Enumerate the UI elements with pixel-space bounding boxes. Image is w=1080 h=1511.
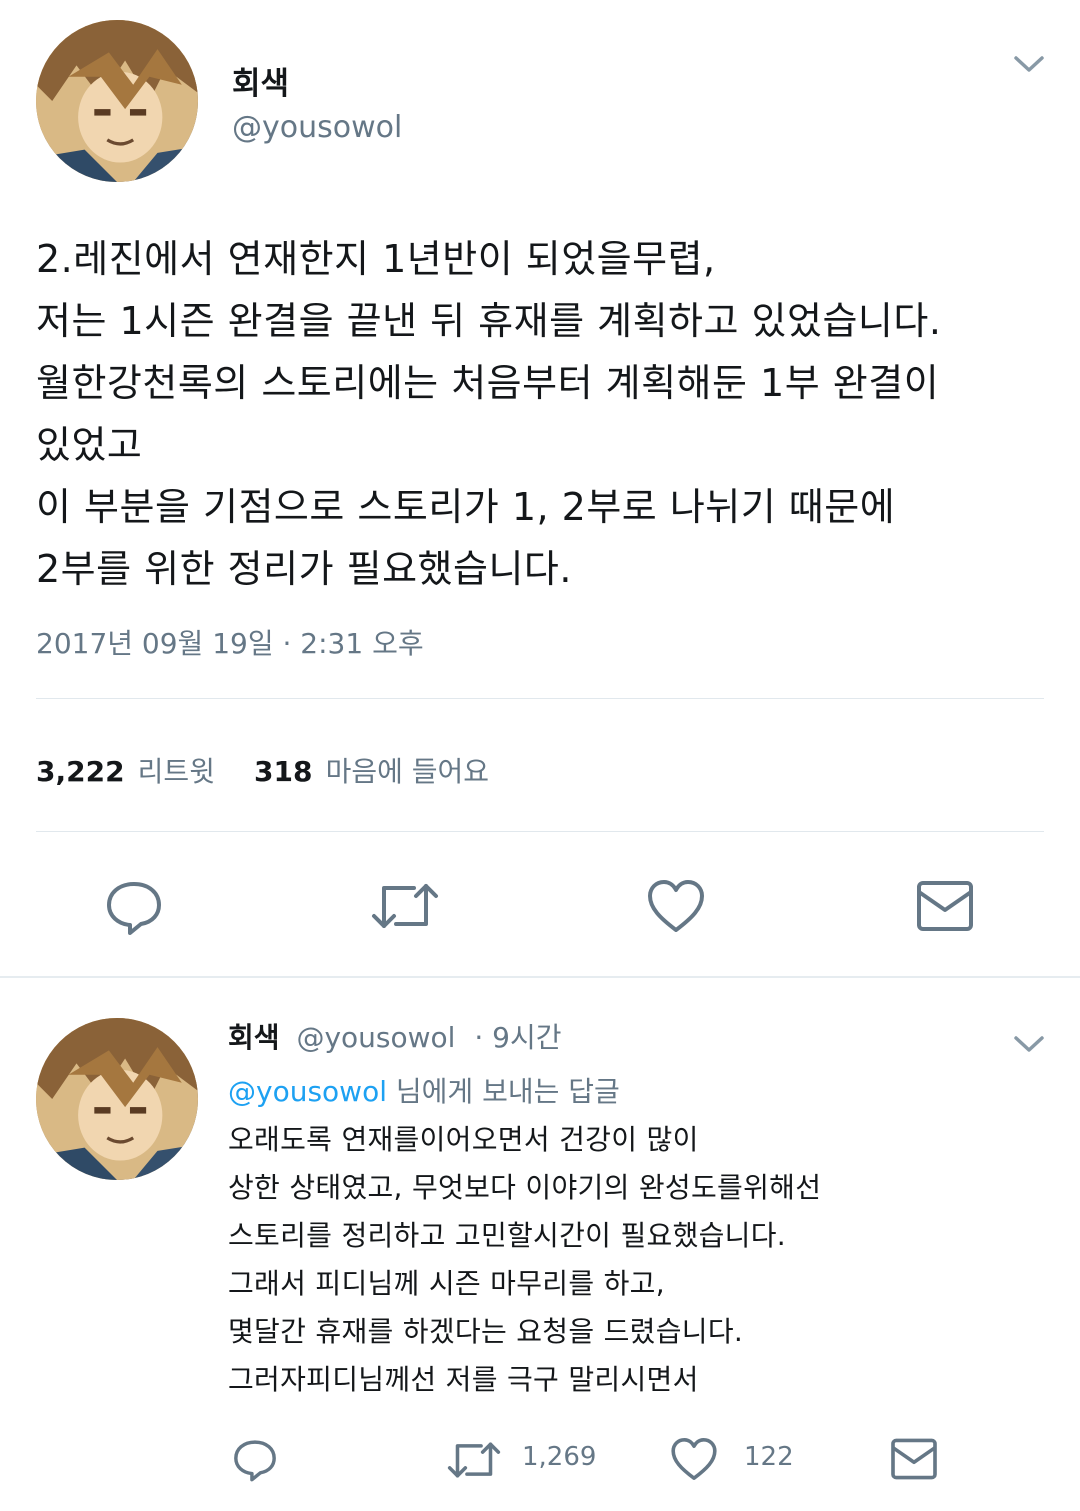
avatar[interactable] — [36, 20, 198, 182]
reply-text: 오래도록 연재를이어오면서 건강이 많이 상한 상태였고, 무엇보다 이야기의 … — [228, 1123, 822, 1396]
divider — [36, 831, 1044, 832]
retweet-count[interactable]: 3,222 — [36, 755, 125, 788]
heart-icon[interactable] — [646, 878, 706, 934]
tweet-text: 2.레진에서 연재한지 1년반이 되었을무렵, 저는 1시즌 완결을 끝낸 뒤 … — [36, 237, 942, 591]
author-handle[interactable]: @yousowol — [232, 110, 402, 145]
tweet-stats: 3,222 리트윗 318 마음에 들어요 — [36, 750, 489, 790]
divider — [36, 698, 1044, 699]
heart-icon[interactable] — [670, 1436, 718, 1482]
reply-avatar[interactable] — [36, 1018, 198, 1180]
like-label[interactable]: 마음에 들어요 — [326, 755, 489, 788]
reply-icon[interactable] — [104, 876, 164, 936]
retweet-label[interactable]: 리트윗 — [138, 755, 215, 788]
reply-author-handle[interactable]: @yousowol — [296, 1021, 455, 1054]
reply-retweet-count: 1,269 — [522, 1442, 597, 1472]
reply-to-label: 님에게 보내는 답글 — [386, 1075, 620, 1108]
author-name[interactable]: 회색 — [232, 58, 289, 103]
reply-context: @yousowol 님에게 보내는 답글 — [228, 1070, 620, 1110]
retweet-icon[interactable] — [446, 1438, 502, 1482]
reply-icon[interactable] — [232, 1436, 278, 1482]
avatar-image — [36, 20, 198, 182]
chevron-down-icon[interactable] — [1012, 1030, 1046, 1056]
mail-icon[interactable] — [890, 1438, 938, 1480]
reply-author-name[interactable]: 회색 — [228, 1021, 280, 1054]
tweet-timestamp[interactable]: 2017년 09월 19일 · 2:31 오후 — [36, 622, 424, 662]
reply-like-count: 122 — [744, 1442, 794, 1472]
retweet-icon[interactable] — [370, 878, 440, 934]
like-count[interactable]: 318 — [254, 755, 312, 788]
reply-header: 회색 @yousowol · 9시간 — [228, 1016, 561, 1056]
mail-icon[interactable] — [916, 880, 974, 932]
reply-to-handle[interactable]: @yousowol — [228, 1075, 387, 1108]
avatar-image — [36, 1018, 198, 1180]
reply-time[interactable]: · 9시간 — [474, 1021, 561, 1054]
chevron-down-icon[interactable] — [1012, 50, 1046, 76]
section-divider — [0, 976, 1080, 978]
